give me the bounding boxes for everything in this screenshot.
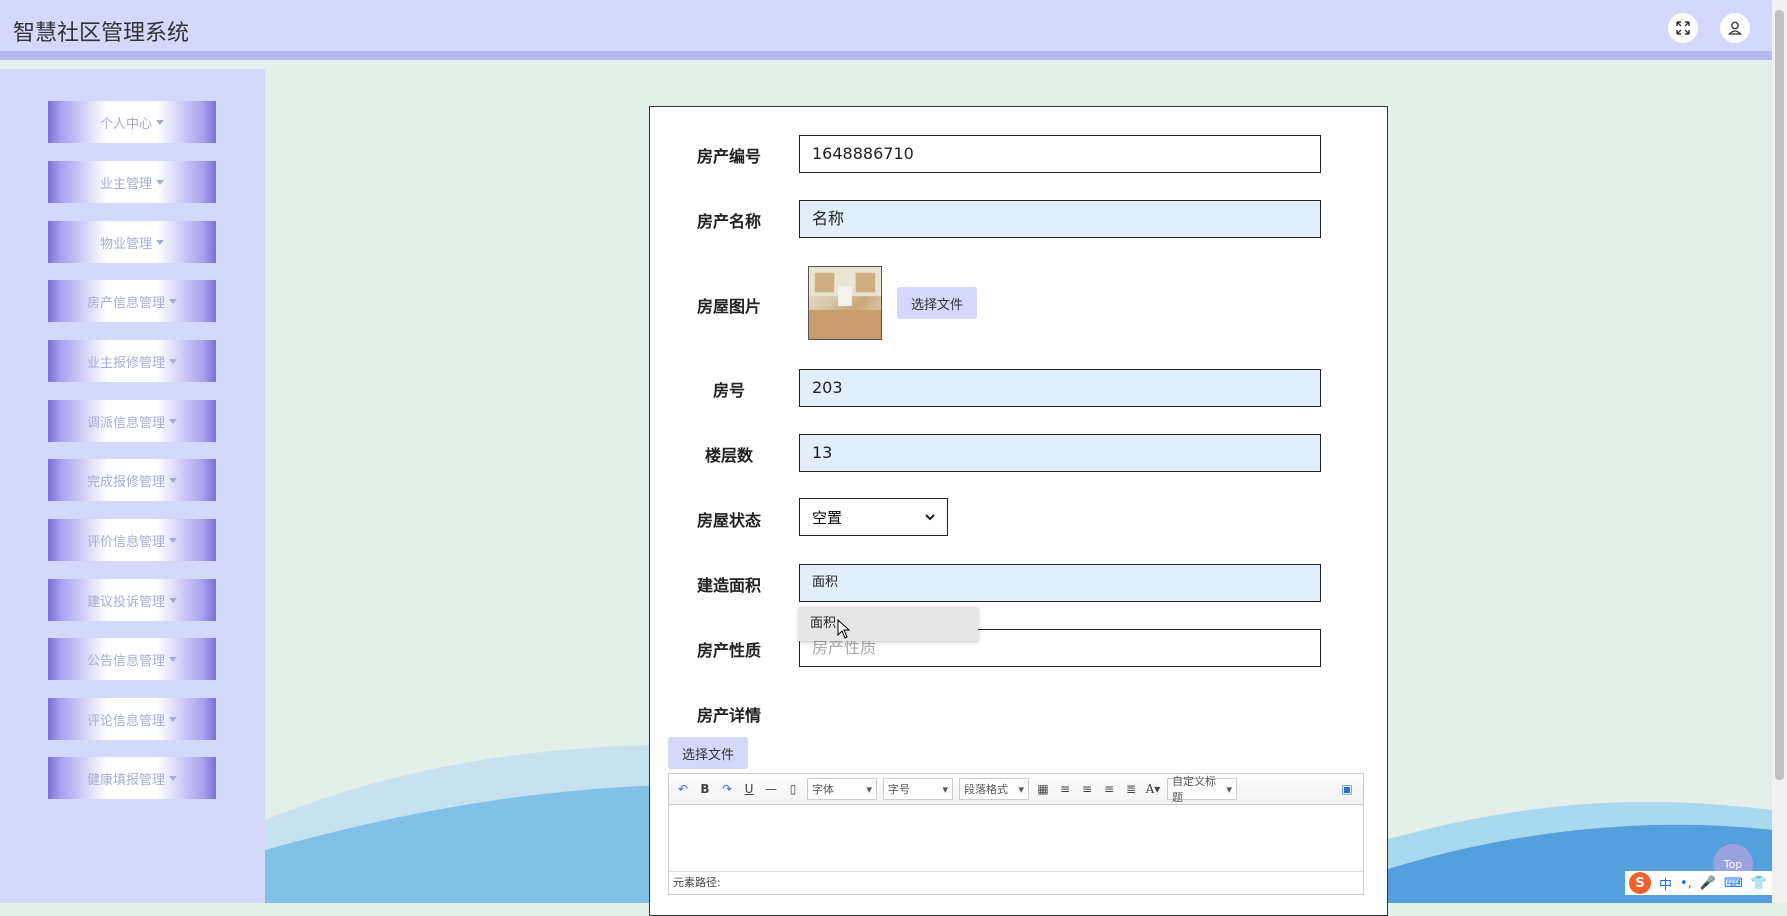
font-color-icon[interactable]: A▾ bbox=[1145, 781, 1161, 797]
font-size-select[interactable]: 字号 ▾ bbox=[883, 778, 953, 800]
caret-down-icon bbox=[156, 179, 164, 185]
caret-down-icon bbox=[169, 537, 177, 543]
caret-down-icon bbox=[169, 358, 177, 364]
align-center-icon[interactable]: ≡ bbox=[1101, 781, 1117, 797]
sidebar-item-repair[interactable]: 业主报修管理 bbox=[48, 340, 216, 382]
ime-toolbar: S 中 •, 🎤 ⌨ 👕 ▦ bbox=[1625, 871, 1787, 895]
caret-down-icon: ▾ bbox=[1226, 782, 1232, 796]
element-path: 元素路径: bbox=[669, 871, 1363, 894]
underline-icon[interactable]: U bbox=[741, 781, 757, 797]
bold-icon[interactable]: B bbox=[697, 781, 713, 797]
sidebar-item-complaint[interactable]: 建议投诉管理 bbox=[48, 579, 216, 621]
detail-label: 房产详情 bbox=[696, 706, 761, 725]
sidebar-item-property-staff[interactable]: 物业管理 bbox=[48, 221, 216, 263]
sidebar-item-owner[interactable]: 业主管理 bbox=[48, 161, 216, 203]
caret-down-icon bbox=[156, 119, 164, 125]
paragraph-format-select[interactable]: 段落格式 ▾ bbox=[959, 778, 1029, 800]
user-menu-button[interactable] bbox=[1720, 13, 1750, 43]
sidebar-item-notice[interactable]: 公告信息管理 bbox=[48, 638, 216, 680]
room-input[interactable]: 203 bbox=[799, 369, 1321, 407]
sidebar-item-dispatch[interactable]: 调派信息管理 bbox=[48, 400, 216, 442]
room-label: 房号 bbox=[712, 381, 745, 400]
align-justify-icon[interactable]: ≣ bbox=[1123, 781, 1139, 797]
caret-down-icon bbox=[169, 775, 177, 781]
scrollbar-thumb[interactable] bbox=[1775, 10, 1784, 780]
sogou-logo-icon[interactable]: S bbox=[1629, 872, 1651, 894]
floors-input[interactable]: 13 bbox=[799, 434, 1321, 472]
table-icon[interactable]: ▦ bbox=[1035, 781, 1051, 797]
estate-form-card: 房产编号 1648886710 房产名称 名称 房屋图片 选择文件 房号 203… bbox=[649, 106, 1388, 916]
code-label: 房产编号 bbox=[696, 147, 761, 166]
floors-label: 楼层数 bbox=[704, 446, 753, 465]
sidebar-item-evaluation[interactable]: 评价信息管理 bbox=[48, 519, 216, 561]
caret-down-icon bbox=[169, 477, 177, 483]
caret-down-icon: ▾ bbox=[866, 782, 872, 796]
sidebar-item-estate-info[interactable]: 房产信息管理 bbox=[48, 280, 216, 322]
ime-chinese-toggle[interactable]: 中 bbox=[1659, 874, 1672, 893]
align-left-icon[interactable]: ≡ bbox=[1057, 781, 1073, 797]
sidebar-item-personal-center[interactable]: 个人中心 bbox=[48, 101, 216, 143]
caret-down-icon bbox=[169, 597, 177, 603]
app-title: 智慧社区管理系统 bbox=[13, 21, 190, 46]
align-right-icon[interactable]: ≡ bbox=[1079, 781, 1095, 797]
user-icon bbox=[1728, 21, 1742, 35]
caret-down-icon bbox=[169, 298, 177, 304]
area-autocomplete-option[interactable]: 面积 bbox=[799, 607, 978, 641]
sidebar-item-completed-repair[interactable]: 完成报修管理 bbox=[48, 459, 216, 501]
code-input[interactable]: 1648886710 bbox=[799, 135, 1321, 173]
house-image-thumbnail bbox=[808, 266, 882, 340]
preview-icon[interactable]: ▣ bbox=[1339, 781, 1355, 797]
custom-heading-select[interactable]: 自定义标题 ▾ bbox=[1167, 775, 1237, 804]
mouse-cursor-icon bbox=[837, 619, 851, 639]
caret-down-icon: ▾ bbox=[942, 782, 948, 796]
skin-icon[interactable]: 👕 bbox=[1751, 876, 1767, 891]
area-label: 建造面积 bbox=[696, 576, 761, 595]
chevron-down-icon bbox=[925, 514, 935, 521]
sidebar-item-comment[interactable]: 评论信息管理 bbox=[48, 698, 216, 740]
sidebar-item-health[interactable]: 健康填报管理 bbox=[48, 757, 216, 799]
kitchen-photo-icon bbox=[809, 267, 881, 339]
caret-down-icon bbox=[169, 716, 177, 722]
caret-down-icon bbox=[169, 418, 177, 424]
horizontal-rule-icon[interactable]: — bbox=[763, 781, 779, 797]
caret-down-icon bbox=[156, 239, 164, 245]
area-input[interactable]: 面积 bbox=[799, 564, 1321, 602]
top-header: 智慧社区管理系统 bbox=[0, 0, 1772, 60]
image-label: 房屋图片 bbox=[696, 297, 761, 316]
redo-icon[interactable]: ↷ bbox=[719, 781, 735, 797]
name-input[interactable]: 名称 bbox=[799, 200, 1321, 238]
sidebar: 个人中心 业主管理 物业管理 房产信息管理 业主报修管理 调派信息管理 完成报修… bbox=[0, 69, 265, 903]
rich-text-editor: ↶ B ↷ U — ▯ 字体 ▾ 字号 ▾ 段落格式 ▾ ▦ ≡ ≡ ≡ ≣ A▾ 自… bbox=[668, 773, 1364, 895]
font-family-select[interactable]: 字体 ▾ bbox=[807, 778, 877, 800]
undo-icon[interactable]: ↶ bbox=[675, 781, 691, 797]
choose-detail-file-button[interactable]: 选择文件 bbox=[668, 737, 749, 769]
punctuation-icon[interactable]: •, bbox=[1680, 876, 1692, 891]
keyboard-icon[interactable]: ⌨ bbox=[1724, 876, 1743, 891]
caret-down-icon: ▾ bbox=[1018, 782, 1024, 796]
nature-label: 房产性质 bbox=[696, 641, 761, 660]
fullscreen-button[interactable] bbox=[1668, 13, 1698, 43]
page-icon[interactable]: ▯ bbox=[785, 781, 801, 797]
choose-image-file-button[interactable]: 选择文件 bbox=[897, 287, 978, 319]
expand-icon bbox=[1676, 21, 1690, 35]
status-select[interactable]: 空置 bbox=[799, 498, 948, 536]
status-label: 房屋状态 bbox=[696, 511, 761, 530]
vertical-scrollbar[interactable] bbox=[1772, 0, 1787, 903]
caret-down-icon bbox=[169, 656, 177, 662]
name-label: 房产名称 bbox=[696, 212, 761, 231]
microphone-icon[interactable]: 🎤 bbox=[1700, 876, 1716, 891]
editor-toolbar: ↶ B ↷ U — ▯ 字体 ▾ 字号 ▾ 段落格式 ▾ ▦ ≡ ≡ ≡ ≣ A▾ 自… bbox=[669, 774, 1363, 805]
